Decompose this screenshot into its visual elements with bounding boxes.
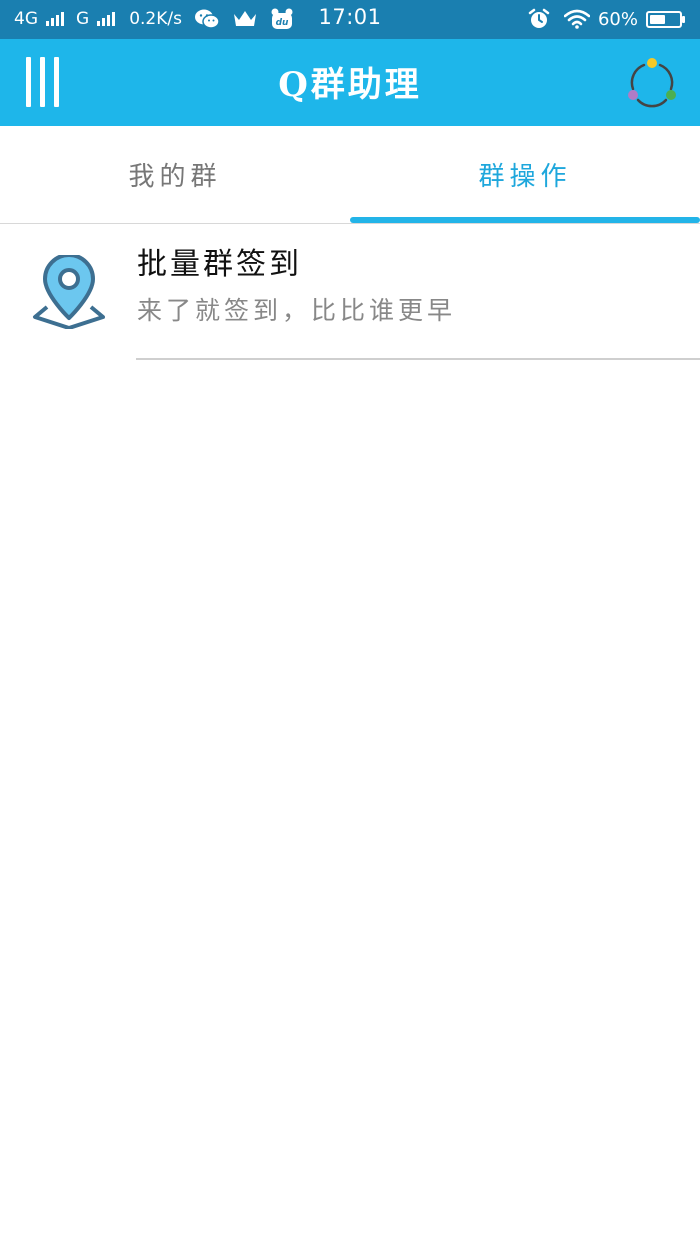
- tab-label: 我的群: [128, 162, 222, 192]
- list-item-text: 批量群签到 来了就签到，比比谁更早: [137, 243, 700, 329]
- operation-list: 批量群签到 来了就签到，比比谁更早: [0, 225, 700, 360]
- status-bar: 4G G 0.2K/s du 17:01 60%: [0, 0, 700, 39]
- alarm-icon: [528, 8, 550, 30]
- list-item-title: 批量群签到: [137, 247, 302, 282]
- list-item-batch-checkin[interactable]: 批量群签到 来了就签到，比比谁更早: [0, 225, 700, 360]
- list-divider: [136, 358, 700, 360]
- app-title: Q群助理: [278, 65, 422, 105]
- tab-my-groups[interactable]: 我的群: [0, 126, 350, 223]
- sync-icon: [628, 58, 676, 108]
- tab-label: 群操作: [478, 162, 572, 192]
- refresh-button[interactable]: [624, 55, 680, 111]
- list-item-subtitle: 来了就签到，比比谁更早: [137, 296, 457, 325]
- app-bar: Q群助理: [0, 39, 700, 126]
- tab-bar: 我的群 群操作: [0, 126, 700, 224]
- battery-percent: 60%: [597, 8, 638, 30]
- status-right: 60%: [522, 6, 685, 32]
- tab-group-operations[interactable]: 群操作: [350, 126, 700, 223]
- map-pin-icon: [32, 253, 106, 330]
- active-tab-indicator: [350, 217, 700, 223]
- wifi-icon: [563, 9, 590, 29]
- battery-icon: [646, 10, 685, 28]
